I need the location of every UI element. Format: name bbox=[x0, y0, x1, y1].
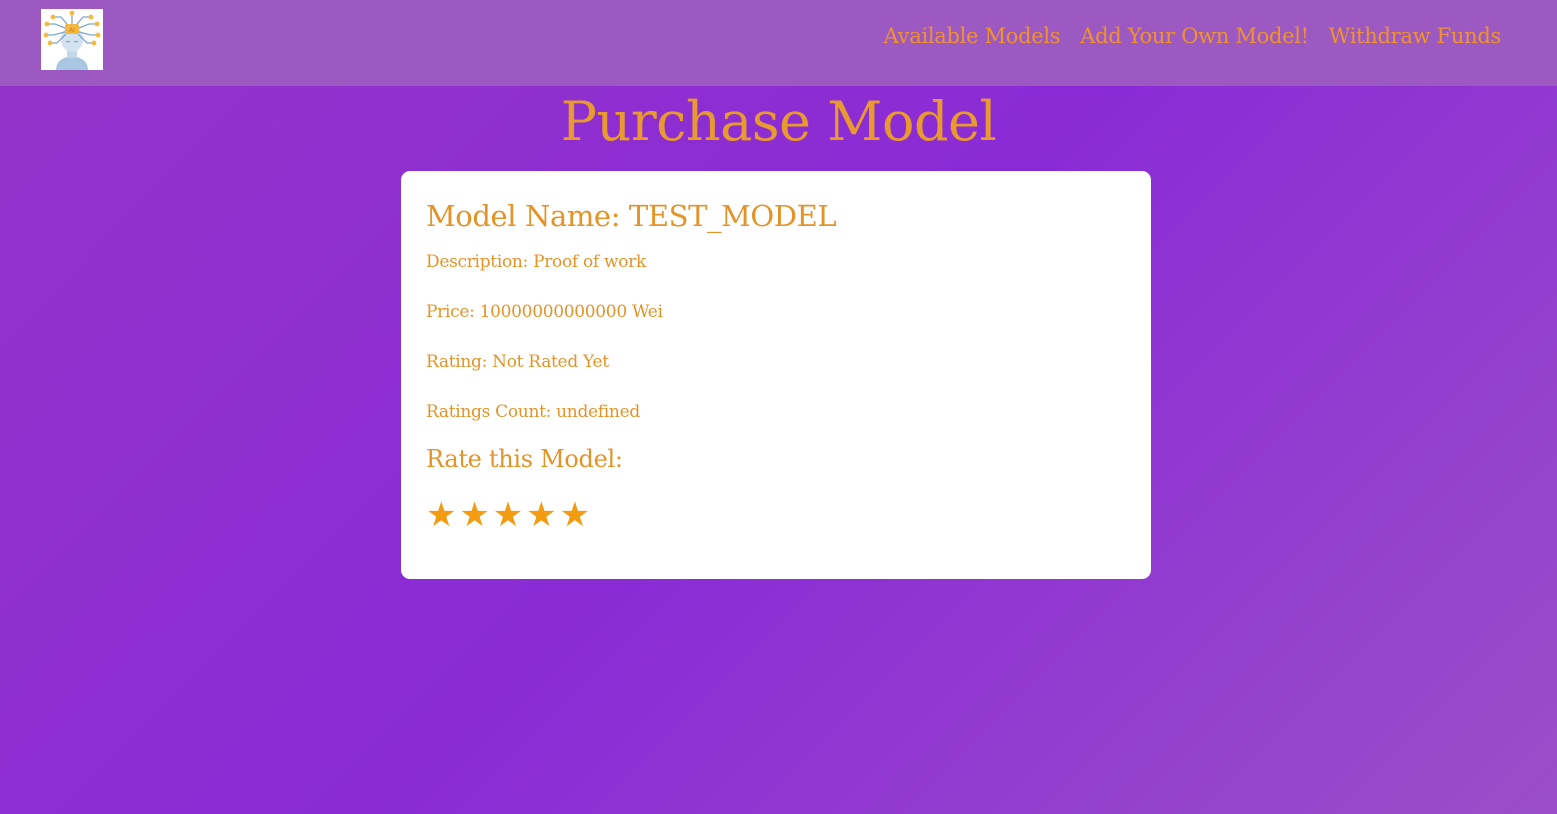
star-icon-2[interactable]: ★ bbox=[459, 495, 492, 535]
nav-link-withdraw-funds[interactable]: Withdraw Funds bbox=[1329, 24, 1502, 48]
star-icon-3[interactable]: ★ bbox=[493, 495, 526, 535]
star-icon-4[interactable]: ★ bbox=[526, 495, 559, 535]
nav-link-available-models[interactable]: Available Models bbox=[884, 24, 1061, 48]
ai-head-circuit-icon: AI bbox=[43, 10, 101, 70]
star-rating: ★ ★ ★ ★ ★ bbox=[426, 495, 1126, 535]
nav-link-add-model[interactable]: Add Your Own Model! bbox=[1080, 24, 1309, 48]
page-title: Purchase Model bbox=[560, 90, 997, 153]
star-icon-1[interactable]: ★ bbox=[426, 495, 459, 535]
model-rating: Rating: Not Rated Yet bbox=[426, 352, 609, 372]
star-icon-5[interactable]: ★ bbox=[560, 495, 593, 535]
nav-links: Available Models Add Your Own Model! Wit… bbox=[884, 24, 1502, 48]
model-price: Price: 10000000000000 Wei bbox=[426, 302, 663, 322]
logo[interactable]: AI bbox=[41, 9, 103, 70]
model-card: Model Name: TEST_MODEL Description: Proo… bbox=[401, 171, 1151, 579]
svg-text:AI: AI bbox=[69, 27, 75, 34]
model-description: Description: Proof of work bbox=[426, 252, 647, 272]
rate-heading: Rate this Model: bbox=[426, 445, 623, 473]
navbar: AI Available Models Add Your Own Model! … bbox=[0, 0, 1557, 86]
model-ratings-count: Ratings Count: undefined bbox=[426, 402, 640, 422]
model-name: Model Name: TEST_MODEL bbox=[426, 199, 837, 233]
